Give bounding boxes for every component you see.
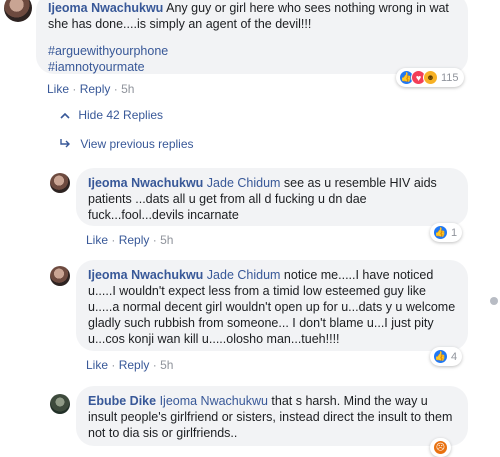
mention-link[interactable]: Jade Chidum bbox=[207, 268, 281, 282]
timestamp[interactable]: 5h bbox=[121, 82, 134, 96]
reaction-summary[interactable]: ☹ bbox=[430, 438, 451, 457]
like-icon: 👍 bbox=[433, 225, 448, 240]
reply-arrow-icon bbox=[60, 137, 74, 151]
comment-author[interactable]: Ijeoma Nwachukwu bbox=[88, 268, 203, 282]
comment-author[interactable]: Ijeoma Nwachukwu bbox=[88, 176, 203, 190]
avatar[interactable] bbox=[50, 394, 70, 414]
comment-bubble: Ijeoma Nwachukwu Jade Chidum notice me..… bbox=[76, 260, 468, 351]
reaction-summary[interactable]: 👍 1 bbox=[430, 223, 463, 242]
mention-link[interactable]: Ijeoma Nwachukwu bbox=[160, 394, 268, 408]
comment-author[interactable]: Ijeoma Nwachukwu bbox=[48, 1, 163, 15]
reaction-summary[interactable]: 👍 4 bbox=[430, 347, 463, 366]
comment-actions: Like · Reply · 5h bbox=[86, 233, 174, 247]
hide-replies-label: Hide 42 Replies bbox=[78, 108, 164, 122]
reply-link[interactable]: Reply bbox=[80, 82, 111, 96]
hashtag[interactable]: #arguewithyourphone bbox=[48, 43, 456, 59]
reply-link[interactable]: Reply bbox=[119, 358, 150, 372]
like-link[interactable]: Like bbox=[86, 233, 108, 247]
like-icon: 👍 bbox=[433, 349, 448, 364]
avatar[interactable] bbox=[4, 0, 32, 22]
comment-author[interactable]: Ebube Dike bbox=[88, 394, 156, 408]
reaction-count: 115 bbox=[441, 71, 459, 84]
like-link[interactable]: Like bbox=[86, 358, 108, 372]
comment-bubble: Ijeoma Nwachukwu Jade Chidum see as u re… bbox=[76, 168, 468, 226]
comment-bubble: Ijeoma Nwachukwu Any guy or girl here wh… bbox=[36, 0, 468, 74]
hide-replies-link[interactable]: Hide 42 Replies bbox=[60, 108, 163, 122]
comment-actions: Like · Reply · 5h bbox=[47, 82, 135, 96]
avatar[interactable] bbox=[50, 266, 70, 286]
hashtag[interactable]: #iamnotyourmate bbox=[48, 59, 456, 75]
angry-icon: ☹ bbox=[433, 440, 448, 455]
like-link[interactable]: Like bbox=[47, 82, 69, 96]
view-previous-label: View previous replies bbox=[80, 137, 194, 151]
reaction-count: 1 bbox=[451, 226, 458, 239]
mention-link[interactable]: Jade Chidum bbox=[207, 176, 281, 190]
avatar[interactable] bbox=[50, 173, 70, 193]
comment-bubble: Ebube Dike Ijeoma Nwachukwu that s harsh… bbox=[76, 386, 468, 446]
scrollbar[interactable] bbox=[490, 297, 498, 305]
comment-actions: Like · Reply · 5h bbox=[86, 358, 174, 372]
chevron-up-icon bbox=[60, 108, 72, 122]
timestamp[interactable]: 5h bbox=[160, 233, 173, 247]
reply-link[interactable]: Reply bbox=[119, 233, 150, 247]
timestamp[interactable]: 5h bbox=[160, 358, 173, 372]
reaction-summary[interactable]: 👍 ♥ ☻ 115 bbox=[396, 68, 464, 87]
haha-icon: ☻ bbox=[423, 70, 438, 85]
reaction-count: 4 bbox=[451, 350, 458, 363]
view-previous-replies-link[interactable]: View previous replies bbox=[60, 137, 194, 151]
